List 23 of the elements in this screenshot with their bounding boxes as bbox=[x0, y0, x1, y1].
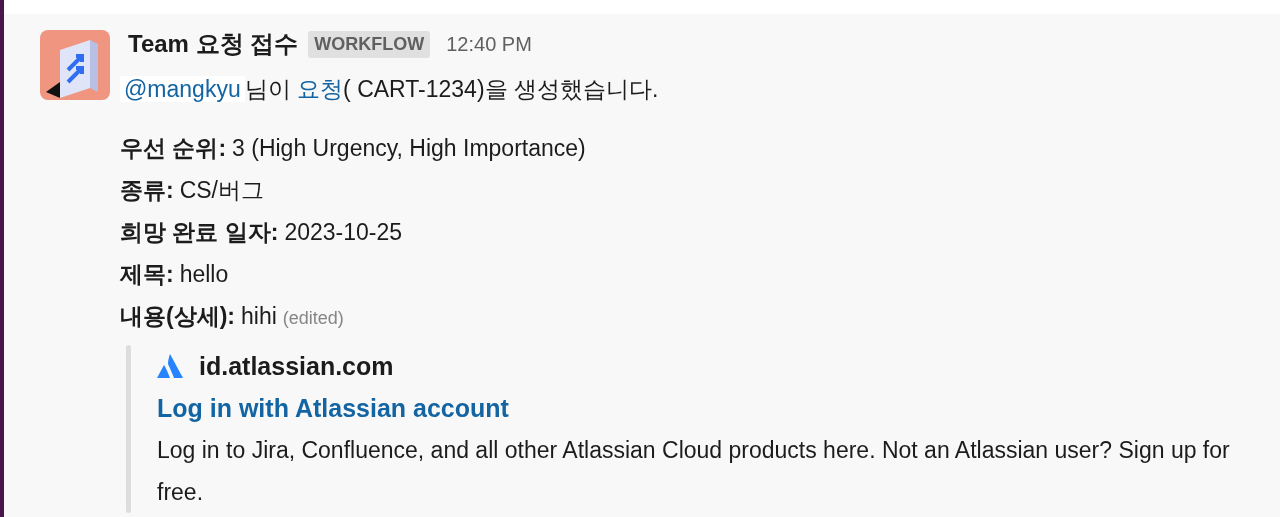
field-label: 종류: bbox=[120, 175, 174, 205]
timestamp[interactable]: 12:40 PM bbox=[446, 29, 532, 59]
field-label: 우선 순위: bbox=[120, 133, 227, 163]
field-value: CS/버그 bbox=[179, 175, 264, 205]
user-mention[interactable]: @mangkyu bbox=[120, 76, 245, 102]
unfurl-title-link[interactable]: Log in with Atlassian account bbox=[157, 386, 1257, 429]
field-label: 내용(상세): bbox=[120, 301, 235, 331]
sender-name[interactable]: Team 요청 접수 bbox=[128, 26, 299, 62]
field-value: hello bbox=[179, 259, 229, 289]
message-text: 님이 bbox=[244, 76, 292, 102]
site-name: id.atlassian.com bbox=[199, 350, 394, 382]
request-link[interactable]: 요청 bbox=[297, 76, 344, 102]
app-avatar-icon[interactable] bbox=[40, 30, 110, 100]
atlassian-logo-icon bbox=[157, 352, 183, 379]
field-label: 희망 완료 일자: bbox=[120, 217, 279, 247]
unfurl-description: Log in to Jira, Confluence, and all other Atlassian Cloud products here. Not an Atlassian user? Sign up for free. bbox=[157, 435, 1231, 507]
field-value: 3 (High Urgency, High Importance) bbox=[232, 133, 586, 163]
field-value: 2023-10-25 bbox=[284, 217, 403, 247]
message-text: ( CART-1234)을 생성했습니다. bbox=[343, 76, 659, 102]
edited-label: (edited) bbox=[282, 306, 344, 330]
field-label: 제목: bbox=[120, 259, 174, 289]
field-value: hihi bbox=[241, 301, 277, 331]
workflow-badge: WORKFLOW bbox=[308, 30, 431, 58]
